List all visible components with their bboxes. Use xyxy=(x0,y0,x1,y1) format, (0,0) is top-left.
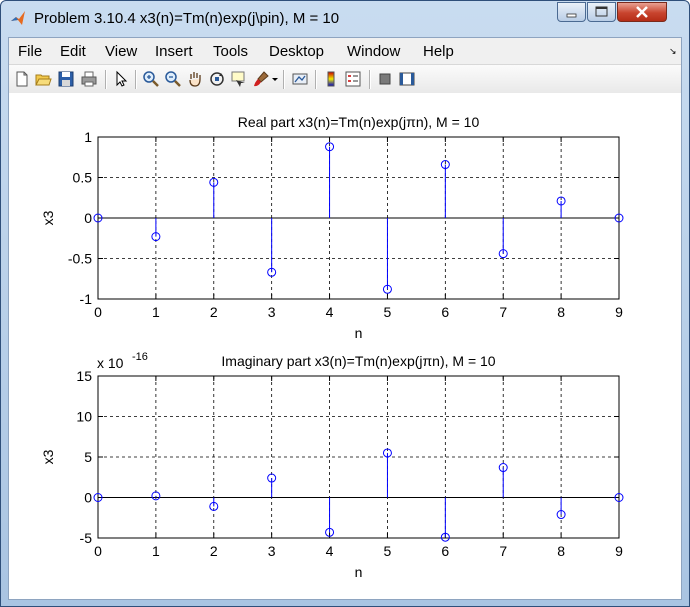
close-icon xyxy=(636,6,648,18)
close-button[interactable] xyxy=(617,2,667,22)
y-tick-label: 15 xyxy=(76,368,92,384)
menu-file[interactable]: File xyxy=(18,43,42,60)
y-tick-label: -1 xyxy=(80,291,93,307)
zoom-out-icon[interactable] xyxy=(164,70,182,88)
axes-panel-1[interactable]: 0 1 2 3 4 5 6 7 8 9 -1 -0.5 0 0.5 1 Real part x3(n)=Tm(… xyxy=(40,114,624,341)
x-axis-label: n xyxy=(355,564,363,580)
hide-plot-tools-icon[interactable] xyxy=(376,70,394,88)
toolbar-separator xyxy=(369,70,371,89)
rotate-3d-icon[interactable] xyxy=(208,70,226,88)
minimize-button[interactable] xyxy=(557,2,586,22)
menu-help[interactable]: Help xyxy=(423,43,454,60)
y-tick-label: 0 xyxy=(84,490,92,506)
y-tick-label: 10 xyxy=(76,409,92,425)
matlab-figure-window: Problem 3.10.4 x3(n)=Tm(n)exp(j\pin), M … xyxy=(0,0,690,607)
x-tick-label: 8 xyxy=(557,304,565,320)
x-tick-label: 9 xyxy=(615,304,623,320)
x-tick-label: 0 xyxy=(94,304,102,320)
menu-overflow-icon[interactable]: ↘ xyxy=(669,46,677,57)
axes-panel-2[interactable]: 0 1 2 3 4 5 6 7 8 9-5051015Imaginary part x3(n)=T… xyxy=(40,351,624,580)
data-cursor-icon[interactable] xyxy=(230,70,248,88)
x-tick-label: 6 xyxy=(441,543,449,559)
print-icon[interactable] xyxy=(80,70,98,88)
y-axis-label: x3 xyxy=(40,449,56,464)
y-tick-label: 0 xyxy=(84,210,92,226)
title-bar[interactable]: Problem 3.10.4 x3(n)=Tm(n)exp(j\pin), M … xyxy=(1,1,689,37)
y-tick-label: -0.5 xyxy=(68,251,92,267)
toolbar-separator xyxy=(315,70,317,89)
exponent-value: -16 xyxy=(132,351,148,363)
axes-title: Imaginary part x3(n)=Tm(n)exp(jπn), M = … xyxy=(221,353,495,369)
menu-edit[interactable]: Edit xyxy=(60,43,86,60)
toolbar-separator xyxy=(283,70,285,89)
x-tick-label: 2 xyxy=(210,304,218,320)
x-tick-label: 4 xyxy=(326,543,334,559)
toolbar-separator xyxy=(105,70,107,89)
toolbar-separator xyxy=(135,70,137,89)
matlab-logo-icon xyxy=(11,11,25,25)
exponent-label: x 10 xyxy=(97,355,124,371)
figure-canvas: 0 1 2 3 4 5 6 7 8 9 -1 -0.5 0 0.5 1 Real part x3(n)=Tm(… xyxy=(9,93,681,599)
menu-insert[interactable]: Insert xyxy=(155,43,193,60)
x-tick-label: 6 xyxy=(441,304,449,320)
maximize-icon xyxy=(595,6,608,17)
zoom-in-icon[interactable] xyxy=(142,70,160,88)
dropdown-arrow-icon[interactable] xyxy=(271,70,279,88)
maximize-button[interactable] xyxy=(587,2,616,22)
x-axis-label: n xyxy=(355,325,363,341)
arrow-pointer-icon[interactable] xyxy=(112,70,130,88)
figure-toolbar xyxy=(9,64,681,94)
y-axis-label: x3 xyxy=(40,210,56,225)
menu-desktop[interactable]: Desktop xyxy=(269,43,324,60)
y-tick-label: 1 xyxy=(84,129,92,145)
x-tick-label: 3 xyxy=(268,304,276,320)
show-plot-tools-icon[interactable] xyxy=(398,70,416,88)
x-tick-label: 1 xyxy=(152,304,160,320)
new-figure-icon[interactable] xyxy=(13,70,31,88)
window-title: Problem 3.10.4 x3(n)=Tm(n)exp(j\pin), M … xyxy=(34,10,340,27)
save-icon[interactable] xyxy=(57,70,75,88)
link-plot-icon[interactable] xyxy=(291,70,309,88)
x-tick-label: 5 xyxy=(384,543,392,559)
axes-title: Real part x3(n)=Tm(n)exp(jπn), M = 10 xyxy=(238,114,480,130)
menu-bar: File Edit View Insert Tools Desktop Wind… xyxy=(9,38,681,64)
legend-icon[interactable] xyxy=(344,70,362,88)
menu-view[interactable]: View xyxy=(105,43,137,60)
y-tick-label: 0.5 xyxy=(73,170,93,186)
stem-plots: 0 1 2 3 4 5 6 7 8 9 -1 -0.5 0 0.5 1 Real part x3(n)=Tm(… xyxy=(40,114,624,580)
menu-tools[interactable]: Tools xyxy=(213,43,248,60)
minimize-icon xyxy=(566,13,577,18)
x-tick-label: 9 xyxy=(615,543,623,559)
colorbar-icon[interactable] xyxy=(322,70,340,88)
brush-icon[interactable] xyxy=(252,70,270,88)
x-tick-label: 4 xyxy=(326,304,334,320)
pan-hand-icon[interactable] xyxy=(186,70,204,88)
x-tick-label: 0 xyxy=(94,543,102,559)
figure-client-area: File Edit View Insert Tools Desktop Wind… xyxy=(8,37,682,600)
open-file-icon[interactable] xyxy=(34,70,52,88)
y-tick-label: -5 xyxy=(80,530,93,546)
x-tick-label: 1 xyxy=(152,543,160,559)
x-tick-label: 7 xyxy=(499,304,507,320)
x-tick-label: 2 xyxy=(210,543,218,559)
x-tick-label: 8 xyxy=(557,543,565,559)
x-tick-label: 5 xyxy=(384,304,392,320)
x-tick-label: 3 xyxy=(268,543,276,559)
y-tick-label: 5 xyxy=(84,449,92,465)
menu-window[interactable]: Window xyxy=(347,43,400,60)
x-tick-label: 7 xyxy=(499,543,507,559)
